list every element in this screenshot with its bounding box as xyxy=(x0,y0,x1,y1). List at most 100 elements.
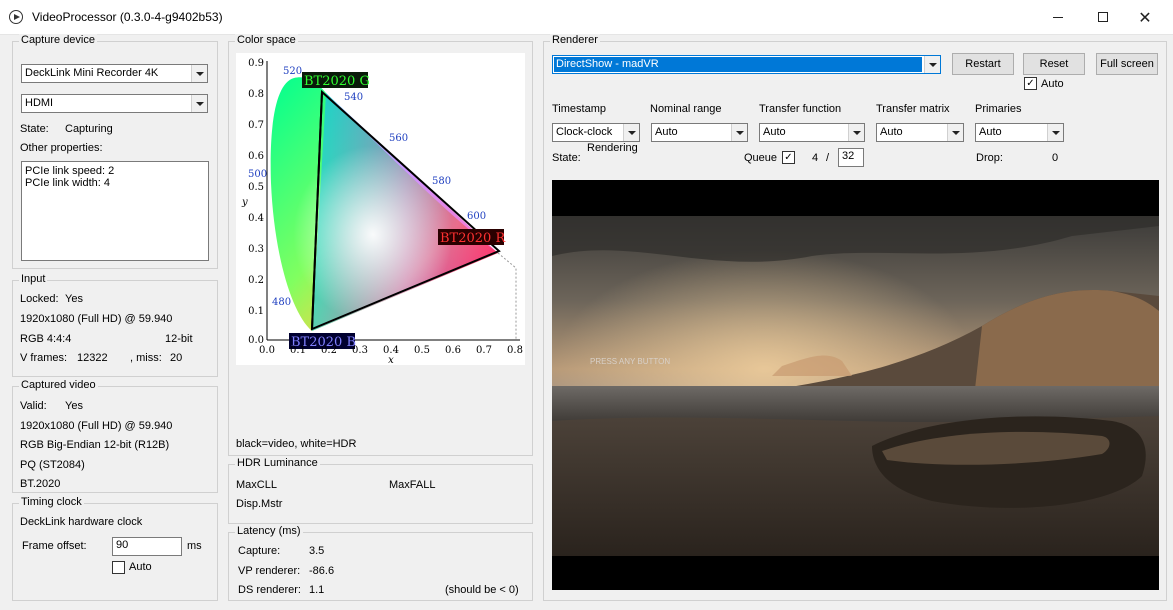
x-tick: 0.7 xyxy=(476,345,492,356)
video-frame: PRESS ANY BUTTON xyxy=(552,216,1159,556)
group-title: Color space xyxy=(235,34,298,46)
wavelength-label: 540 xyxy=(344,92,363,103)
y-tick: 0.7 xyxy=(248,120,264,131)
y-tick: 0.2 xyxy=(248,275,264,286)
valid-label: Valid: xyxy=(20,400,47,412)
wavelength-label: 580 xyxy=(432,176,451,187)
latency-note: (should be < 0) xyxy=(445,584,519,596)
group-title: Timing clock xyxy=(19,496,84,508)
ds-renderer-label: DS renderer: xyxy=(238,584,301,596)
color-space-caption: black=video, white=HDR xyxy=(236,438,357,450)
hdr-luminance-group: HDR Luminance xyxy=(228,457,533,524)
transfer-function-label: Transfer function xyxy=(759,103,842,115)
select-value: Auto xyxy=(763,126,786,138)
y-tick: 0.5 xyxy=(248,182,264,193)
input-resolution: 1920x1080 (Full HD) @ 59.940 xyxy=(20,313,173,325)
primaries-select[interactable]: Auto xyxy=(975,123,1064,142)
group-title: Captured video xyxy=(19,379,98,391)
frame-offset-input[interactable]: 90 xyxy=(112,537,182,556)
transfer-function-select[interactable]: Auto xyxy=(759,123,865,142)
chevron-down-icon xyxy=(848,124,864,141)
y-tick: 0.9 xyxy=(248,58,264,69)
wavelength-label: 520 xyxy=(283,66,302,77)
video-primaries: BT.2020 xyxy=(20,478,61,490)
ds-renderer-value: 1.1 xyxy=(309,584,325,596)
window-title: VideoProcessor (0.3.0-4-g9402b53) xyxy=(32,10,223,24)
renderer-auto-checkbox[interactable]: ✓ xyxy=(1024,77,1037,90)
chevron-down-icon xyxy=(623,124,639,141)
frame-offset-value: 90 xyxy=(116,539,129,551)
locked-label: Locked: xyxy=(20,293,59,305)
minimize-icon xyxy=(1053,16,1063,18)
group-title: Capture device xyxy=(19,34,97,46)
chevron-down-icon xyxy=(1047,124,1063,141)
cie-diagram-svg: BT2020 G BT2020 R BT2020 B 520 540 560 5… xyxy=(241,58,523,366)
capture-device-select[interactable]: DeckLink Mini Recorder 4K xyxy=(21,64,208,83)
select-value: DeckLink Mini Recorder 4K xyxy=(25,67,159,79)
input-format: RGB 4:4:4 xyxy=(20,333,72,345)
y-tick: 0.6 xyxy=(248,151,264,162)
wavelength-label: 560 xyxy=(389,133,408,144)
capture-input-select[interactable]: HDMI xyxy=(21,94,208,113)
timing-auto-checkbox[interactable] xyxy=(112,561,125,574)
property-line: PCIe link width: 4 xyxy=(25,177,110,189)
properties-textbox[interactable]: PCIe link speed: 2 PCIe link width: 4 xyxy=(21,161,209,261)
vframes-value: 12322 xyxy=(77,352,108,364)
maxcll-label: MaxCLL xyxy=(236,479,277,491)
restart-button[interactable]: Restart xyxy=(952,53,1014,75)
vp-renderer-value: -86.6 xyxy=(309,565,335,577)
x-axis-label: x xyxy=(388,355,394,365)
x-tick: 0.6 xyxy=(445,345,461,356)
x-tick: 0.0 xyxy=(259,345,275,356)
transfer-matrix-label: Transfer matrix xyxy=(876,103,950,115)
y-tick: 0.4 xyxy=(248,213,264,224)
close-button[interactable]: ✕ xyxy=(1122,0,1168,34)
vframes-label: V frames: xyxy=(20,352,68,364)
video-resolution: 1920x1080 (Full HD) @ 59.940 xyxy=(20,420,173,432)
input-bit-depth: 12-bit xyxy=(165,333,193,345)
maximize-button[interactable] xyxy=(1080,0,1126,34)
renderer-select[interactable]: DirectShow - madVR xyxy=(552,55,941,74)
timing-auto-label: Auto xyxy=(129,561,152,573)
select-value: Auto xyxy=(655,126,678,138)
group-title: Input xyxy=(19,273,48,285)
queue-value: 4 xyxy=(812,152,819,164)
wavelength-label: 500 xyxy=(248,169,267,180)
video-overlay-text: PRESS ANY BUTTON xyxy=(590,357,670,366)
minimize-button[interactable] xyxy=(1035,0,1081,34)
queue-max-field: 32 xyxy=(838,148,864,167)
queue-separator: / xyxy=(826,152,830,164)
clock-source: DeckLink hardware clock xyxy=(20,516,143,528)
y-axis-label: y xyxy=(241,197,248,208)
x-tick: 0.2 xyxy=(321,345,337,356)
drop-value: 0 xyxy=(1052,152,1059,164)
renderer-auto-label: Auto xyxy=(1041,78,1064,90)
video-preview[interactable]: PRESS ANY BUTTON xyxy=(552,180,1159,590)
queue-checkbox[interactable]: ✓ xyxy=(782,151,795,164)
frame-offset-label: Frame offset: xyxy=(22,540,87,552)
chevron-down-icon xyxy=(191,65,207,82)
renderer-state-label: State: xyxy=(552,152,581,164)
x-tick: 0.1 xyxy=(290,345,306,356)
chevron-down-icon xyxy=(191,95,207,112)
wavelength-label: 480 xyxy=(272,297,291,308)
video-scene-image: PRESS ANY BUTTON xyxy=(552,216,1159,556)
nominal-range-label: Nominal range xyxy=(650,103,722,115)
bt2020-g-label: BT2020 G xyxy=(304,74,370,89)
valid-value: Yes xyxy=(65,400,83,412)
timestamp-select[interactable]: Clock-clock xyxy=(552,123,640,142)
video-transfer: PQ (ST2084) xyxy=(20,459,85,471)
state-label: State: xyxy=(20,123,49,135)
transfer-matrix-select[interactable]: Auto xyxy=(876,123,964,142)
miss-value: 20 xyxy=(170,352,183,364)
y-tick: 0.8 xyxy=(248,89,264,100)
fullscreen-button[interactable]: Full screen xyxy=(1096,53,1158,75)
y-tick: 0.1 xyxy=(248,306,264,317)
close-icon: ✕ xyxy=(1138,7,1152,27)
cie-chromaticity-chart: BT2020 G BT2020 R BT2020 B 520 540 560 5… xyxy=(236,53,525,366)
other-properties-label: Other properties: xyxy=(20,142,103,154)
reset-button[interactable]: Reset xyxy=(1023,53,1085,75)
nominal-range-select[interactable]: Auto xyxy=(651,123,748,142)
x-tick: 0.5 xyxy=(414,345,430,356)
timestamp-label: Timestamp xyxy=(552,103,606,115)
